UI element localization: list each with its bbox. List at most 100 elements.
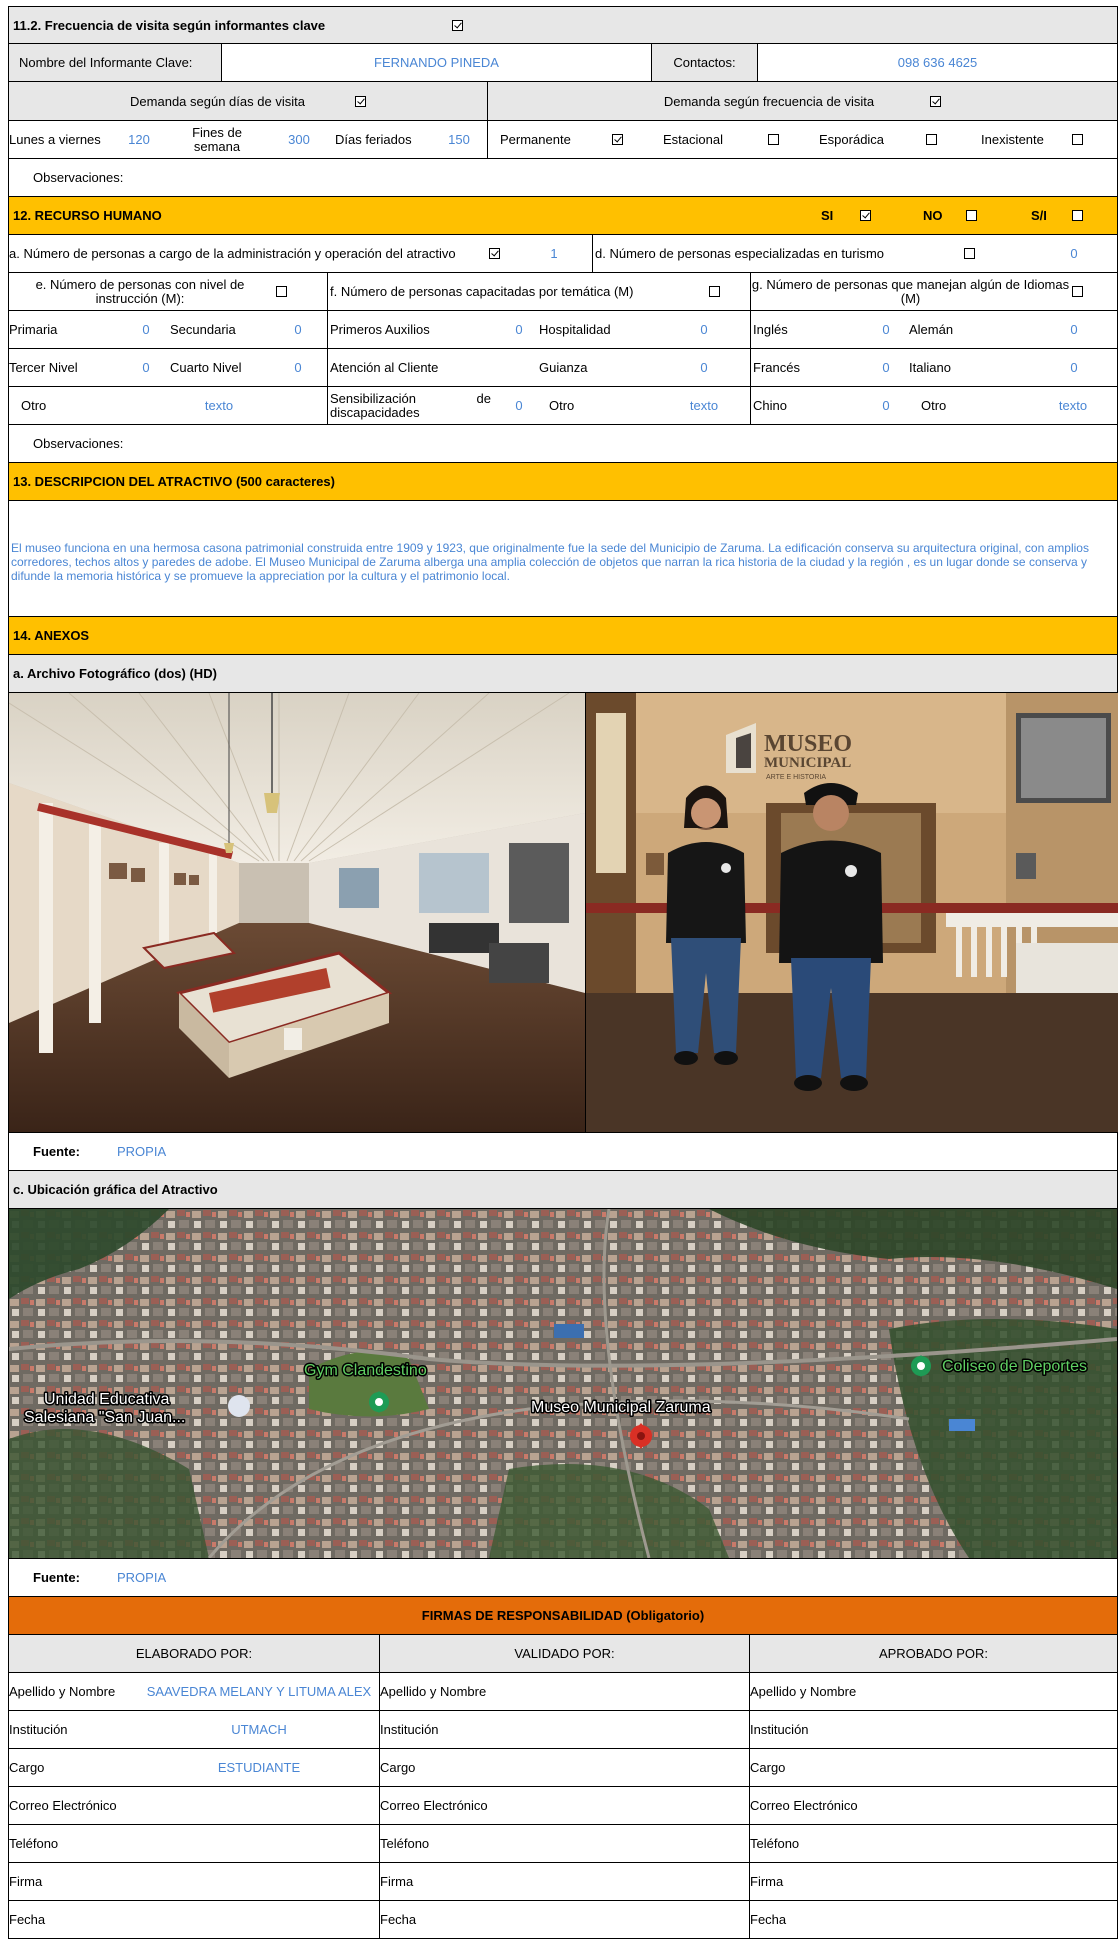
cuarto-nivel-value: 0 (294, 360, 302, 375)
english-label: Inglés (750, 311, 850, 348)
photo-museum-interior (9, 693, 585, 1132)
signature-field-label-elaborated: Fecha (9, 1912, 46, 1927)
french-value: 0 (882, 360, 890, 375)
contacts-value: 098 636 4625 (757, 44, 1117, 81)
photo-archive-header: a. Archivo Fotográfico (dos) (HD) (8, 655, 1118, 693)
staff-details-row-3: Otro texto Sensibilización de discapacid… (8, 387, 1118, 425)
signature-field-label-approved: Fecha (749, 1901, 1117, 1938)
holidays-value: 150 (448, 132, 470, 147)
french-label: Francés (750, 349, 850, 386)
cuarto-nivel-label: Cuarto Nivel (170, 360, 242, 375)
signature-field-label-approved: Correo Electrónico (749, 1787, 1117, 1824)
signature-field-value-elaborated[interactable] (139, 1901, 379, 1938)
languages-label: g. Número de personas que manejan algún … (750, 273, 1070, 310)
signature-row: Apellido y Nombre SAAVEDRA MELANY Y LITUM… (8, 1673, 1118, 1711)
signature-field-value-elaborated[interactable] (139, 1863, 379, 1900)
signature-field-label-elaborated: Teléfono (9, 1836, 59, 1851)
signature-field-value-elaborated[interactable] (139, 1825, 379, 1862)
staff-admin-value: 1 (550, 246, 558, 261)
map-row: Gym Clandestino Coliseo de Deportes Unid… (8, 1209, 1118, 1559)
trained-by-topic-label: f. Número de personas capacitadas por te… (327, 273, 707, 310)
signature-field-label-validated: Fecha (379, 1901, 749, 1938)
staff-categories-row: e. Número de personas con nivel de instr… (8, 273, 1118, 311)
section-11-2-checkbox[interactable] (452, 19, 463, 31)
signature-field-value-elaborated[interactable]: SAAVEDRA MELANY Y LITUMA ALEX (139, 1673, 379, 1710)
section-14-header: 14. ANEXOS (8, 617, 1118, 655)
staff-admin-checkbox[interactable] (489, 248, 500, 259)
tercer-nivel-value: 0 (142, 360, 150, 375)
map-label-museo: Museo Municipal Zaruma (531, 1399, 711, 1416)
section-11-2-title: 11.2. Frecuencia de visita según informa… (13, 17, 326, 33)
signature-field-label-elaborated: Cargo (9, 1760, 45, 1775)
primaria-label: Primaria (9, 322, 58, 337)
education-level-checkbox (276, 286, 287, 297)
sn-checkbox[interactable] (1072, 210, 1083, 221)
first-aid-value: 0 (515, 322, 523, 337)
hospitality-label: Hospitalidad (539, 322, 611, 337)
signature-field-label-validated: Institución (379, 1711, 749, 1748)
map-label-unidad-1: Unidad Educativa (44, 1391, 170, 1408)
seasonal-checkbox[interactable] (768, 134, 779, 145)
nonexistent-label: Inexistente (981, 132, 1044, 147)
staff-admin-row: a. Número de personas a cargo de la admi… (8, 235, 1118, 273)
signature-field-value-elaborated[interactable] (139, 1787, 379, 1824)
other-language-value: texto (1058, 398, 1088, 413)
satellite-map[interactable]: Gym Clandestino Coliseo de Deportes Unid… (9, 1209, 1117, 1558)
staff-admin-label: a. Número de personas a cargo de la admi… (9, 245, 456, 261)
staff-details-row-1: Primaria 0 Secundaria 0 Primeros Auxilio… (8, 311, 1118, 349)
demand-header-row: Demanda según días de visita Demanda seg… (8, 82, 1118, 121)
signature-field-label-validated: Cargo (379, 1749, 749, 1786)
observations-label-11: Observaciones: (33, 170, 124, 185)
sign-line-2: MUNICIPAL (764, 755, 851, 771)
tourism-specialists-checkbox[interactable] (964, 248, 975, 259)
map-header: c. Ubicación gráfica del Atractivo (8, 1171, 1118, 1209)
sporadic-checkbox[interactable] (926, 134, 937, 145)
elaborated-by-header: ELABORADO POR: (135, 1646, 253, 1661)
tercer-nivel-label: Tercer Nivel (9, 360, 78, 375)
signature-field-value-elaborated[interactable]: ESTUDIANTE (139, 1749, 379, 1786)
sn-label: S/I (1031, 208, 1047, 223)
disability-awareness-label: Sensibilización de discapacidades (327, 387, 491, 424)
signatures-header: FIRMAS DE RESPONSABILIDAD (Obligatorio) (8, 1597, 1118, 1635)
signature-row: Fecha Fecha Fecha (8, 1901, 1118, 1939)
section-12-header: 12. RECURSO HUMANO SI NO S/I (8, 197, 1118, 235)
section-12-title: 12. RECURSO HUMANO (13, 208, 162, 223)
seasonal-label: Estacional (663, 132, 723, 147)
signatures-title: FIRMAS DE RESPONSABILIDAD (Obligatorio) (421, 1608, 705, 1623)
sporadic-label: Esporádica (819, 132, 885, 147)
holidays-label: Días feriados (335, 132, 412, 147)
signature-field-value-elaborated[interactable]: UTMACH (139, 1711, 379, 1748)
sign-line-1: MUSEO (764, 731, 852, 757)
weekends-value: 300 (288, 132, 310, 147)
signature-field-label-approved: Institución (749, 1711, 1117, 1748)
map-source-row: Fuente: PROPIA (8, 1559, 1118, 1597)
demand-frequency-checkbox[interactable] (930, 95, 942, 107)
other-education-label: Otro (21, 398, 47, 413)
demand-frequency-label: Demanda según frecuencia de visita (663, 93, 875, 109)
signature-row: Correo Electrónico Correo Electrónico Corr… (8, 1787, 1118, 1825)
permanent-checkbox[interactable] (612, 134, 623, 145)
signature-field-label-validated: Apellido y Nombre (379, 1673, 749, 1710)
si-checkbox[interactable] (860, 210, 871, 221)
signature-field-label-elaborated: Apellido y Nombre (9, 1684, 116, 1699)
customer-service-label: Atención al Cliente (327, 349, 527, 386)
map-title: c. Ubicación gráfica del Atractivo (13, 1182, 218, 1197)
chinese-value: 0 (882, 398, 890, 413)
primaria-value: 0 (142, 322, 150, 337)
other-topic-label: Otro (549, 398, 575, 413)
demand-days-checkbox[interactable] (354, 95, 366, 107)
languages-checkbox[interactable] (1072, 286, 1083, 297)
photo-source-value: PROPIA (117, 1144, 167, 1159)
observations-label-12: Observaciones: (33, 436, 124, 451)
approved-by-header: APROBADO POR: (749, 1635, 1117, 1672)
trained-by-topic-checkbox[interactable] (709, 286, 720, 297)
map-label-coliseo: Coliseo de Deportes (942, 1358, 1087, 1375)
photo-source-row: Fuente: PROPIA (8, 1133, 1118, 1171)
signature-field-label-validated: Correo Electrónico (379, 1787, 749, 1824)
other-topic-value: texto (689, 398, 719, 413)
german-label: Alemán (909, 322, 954, 337)
guiding-value: 0 (700, 360, 708, 375)
nonexistent-checkbox[interactable] (1072, 134, 1083, 145)
education-level-label: e. Número de personas con nivel de instr… (35, 276, 245, 306)
no-checkbox[interactable] (966, 210, 977, 221)
